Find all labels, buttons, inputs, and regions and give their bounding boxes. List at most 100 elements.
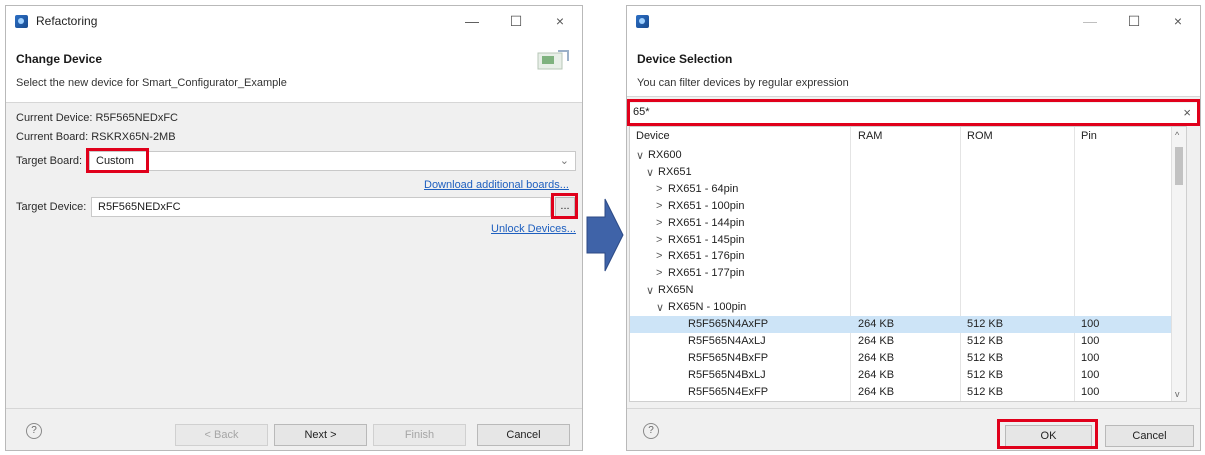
column-header-rom[interactable]: ROM [967, 127, 993, 145]
wizard-banner-icon [537, 50, 569, 70]
cell-pin: 100 [1081, 368, 1100, 381]
table-row[interactable]: R5F565N4BxLJ 264 KB 512 KB 100 [630, 367, 1186, 384]
current-board-label: Current Board: RSKRX65N-2MB [16, 131, 176, 143]
table-row[interactable]: R5F565N4BxFP 264 KB 512 KB 100 [630, 350, 1186, 367]
cell-device: RX651 - 100pin [668, 199, 745, 212]
chevron-down-icon[interactable]: ∨ [656, 301, 664, 314]
chevron-down-icon: ⌄ [559, 155, 569, 167]
chevron-right-icon[interactable]: > [656, 183, 662, 195]
filter-input-highlight [627, 99, 1200, 126]
table-row[interactable]: ∨ RX65N [630, 282, 1186, 299]
cell-device: R5F565N4BxLJ [688, 368, 766, 381]
cell-rom: 512 KB [967, 334, 1004, 347]
cell-device: RX651 - 64pin [668, 182, 739, 195]
chevron-right-icon[interactable]: > [656, 234, 662, 246]
column-header-pin[interactable]: Pin [1081, 127, 1097, 145]
help-icon[interactable]: ? [26, 423, 42, 439]
table-row[interactable]: R5F565N4AxLJ 264 KB 512 KB 100 [630, 333, 1186, 350]
target-device-field[interactable]: R5F565NEDxFC [91, 197, 551, 217]
page-subtitle: Select the new device for Smart_Configur… [16, 77, 287, 89]
next-button[interactable]: Next > [274, 424, 367, 446]
table-row[interactable]: > RX651 - 177pin [630, 265, 1186, 282]
cell-pin: 100 [1081, 334, 1100, 347]
cell-rom: 512 KB [967, 368, 1004, 381]
target-board-select[interactable]: Custom ⌄ [89, 151, 576, 171]
cell-ram: 264 KB [858, 351, 895, 364]
app-icon [15, 15, 28, 28]
device-table: Device RAM ROM Pin ∨ RX600 ∨ RX651 > RX651 - … [629, 126, 1187, 402]
cell-device: RX651 - 177pin [668, 267, 745, 280]
cell-device: RX651 - 144pin [668, 216, 745, 229]
unlock-devices-link[interactable]: Unlock Devices... [491, 223, 576, 235]
chevron-down-icon[interactable]: ∨ [646, 284, 654, 297]
cell-ram: 264 KB [858, 318, 895, 330]
page-title: Change Device [16, 52, 103, 66]
chevron-down-icon[interactable]: ∨ [636, 149, 644, 162]
app-icon [636, 15, 649, 28]
cell-rom: 512 KB [967, 385, 1004, 398]
cell-ram: 264 KB [858, 385, 895, 398]
page-subtitle: You can filter devices by regular expres… [637, 77, 849, 89]
window-title: Refactoring [36, 14, 98, 28]
table-row[interactable]: > RX651 - 100pin [630, 198, 1186, 215]
chevron-right-icon[interactable]: > [656, 217, 662, 229]
cell-pin: 100 [1081, 385, 1100, 398]
cell-device: RX651 [658, 165, 692, 178]
cell-ram: 264 KB [858, 334, 895, 347]
table-row[interactable]: ∨ RX600 [630, 147, 1186, 164]
table-row[interactable]: > RX651 - 145pin [630, 232, 1186, 249]
chevron-right-icon[interactable]: > [656, 267, 662, 279]
cell-ram: 264 KB [858, 368, 895, 381]
download-boards-link[interactable]: Download additional boards... [424, 179, 569, 191]
finish-button[interactable]: Finish [373, 424, 466, 446]
maximize-button[interactable]: ☐ [1120, 11, 1148, 31]
cell-pin: 100 [1081, 351, 1100, 364]
close-button[interactable]: × [546, 11, 574, 31]
cell-device: RX65N - 100pin [668, 301, 747, 314]
cell-rom: 512 KB [967, 318, 1004, 330]
table-row[interactable]: R5F565N4AxFP 264 KB 512 KB 100 [630, 316, 1186, 333]
table-row[interactable]: ∨ RX65N - 100pin [630, 299, 1186, 316]
chevron-right-icon[interactable]: > [656, 200, 662, 212]
dialog-header: Change Device Select the new device for … [6, 36, 582, 103]
page-title: Device Selection [637, 52, 733, 66]
cancel-button[interactable]: Cancel [1105, 425, 1194, 447]
column-header-device[interactable]: Device [636, 127, 670, 145]
chevron-right-icon[interactable]: > [656, 250, 662, 262]
target-board-highlight [86, 148, 149, 173]
target-board-label: Target Board: [16, 155, 83, 167]
chevron-down-icon[interactable]: ∨ [646, 166, 654, 179]
minimize-button[interactable]: — [1076, 11, 1104, 31]
current-device-label: Current Device: R5F565NEDxFC [16, 112, 178, 124]
refactoring-dialog: Refactoring — ☐ × Change Device Select t… [5, 5, 583, 451]
help-icon[interactable]: ? [643, 423, 659, 439]
cell-rom: 512 KB [967, 351, 1004, 364]
cell-pin: 100 [1081, 318, 1100, 330]
maximize-button[interactable]: ☐ [502, 11, 530, 31]
browse-button-highlight [551, 193, 578, 219]
cell-device: RX65N [658, 284, 694, 297]
close-button[interactable]: × [1164, 11, 1192, 31]
cancel-button[interactable]: Cancel [477, 424, 570, 446]
table-row[interactable]: > RX651 - 176pin [630, 248, 1186, 265]
column-header-ram[interactable]: RAM [858, 127, 882, 145]
cell-device: RX651 - 145pin [668, 233, 745, 246]
cell-device: RX651 - 176pin [668, 250, 745, 263]
ok-button-highlight [997, 419, 1098, 449]
scroll-down-icon[interactable]: v [1175, 389, 1180, 399]
cell-device: RX600 [648, 149, 682, 161]
table-row[interactable]: ∨ RX651 [630, 164, 1186, 181]
back-button[interactable]: < Back [175, 424, 268, 446]
table-row[interactable]: > RX651 - 64pin [630, 181, 1186, 198]
next-step-arrow-icon [586, 198, 624, 272]
device-selection-dialog: — ☐ × Device Selection You can filter de… [626, 5, 1201, 451]
table-row[interactable]: > RX651 - 144pin [630, 215, 1186, 232]
minimize-button[interactable]: — [458, 11, 486, 31]
scroll-up-icon[interactable]: ^ [1175, 130, 1179, 140]
table-row[interactable]: R5F565N4ExFP 264 KB 512 KB 100 [630, 384, 1186, 401]
cell-device: R5F565N4ExFP [688, 385, 769, 398]
title-bar: — ☐ × [627, 6, 1200, 36]
table-scrollbar[interactable]: ^ v [1171, 127, 1186, 401]
dialog-header: Device Selection You can filter devices … [627, 36, 1200, 97]
scroll-thumb[interactable] [1175, 147, 1183, 185]
